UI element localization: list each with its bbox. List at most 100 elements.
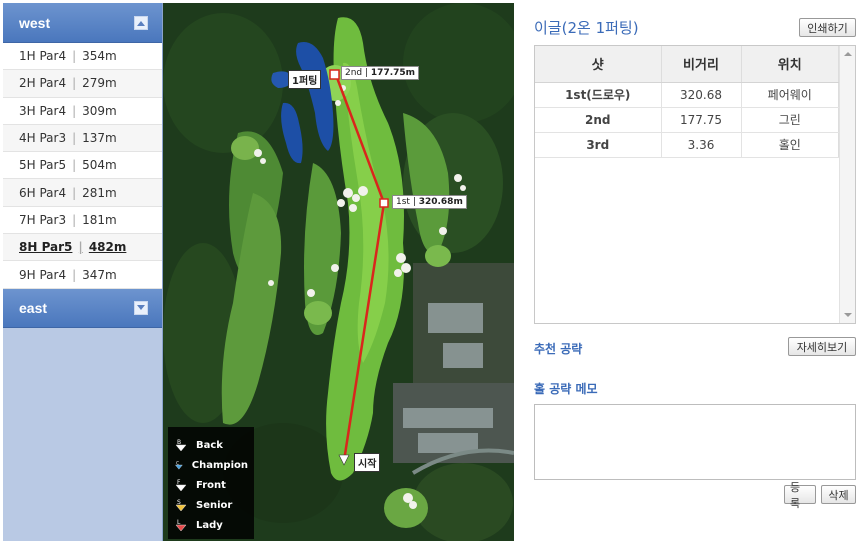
separator: | — [72, 103, 77, 118]
register-button[interactable]: 등록 — [784, 481, 816, 510]
section-title-east: east — [19, 299, 48, 316]
hole-map[interactable]: 1퍼팅 2nd | 177.75m 1st | 320.68m 시작 B Back… — [163, 3, 514, 541]
column-header-distance: 비거리 — [661, 46, 742, 83]
legend-item: F Front — [174, 475, 248, 495]
column-header-position: 위치 — [741, 46, 839, 83]
shot-distance: 320.68 — [661, 82, 742, 108]
scroll-up-icon[interactable] — [844, 52, 852, 56]
strategy-label: 추천 공략 — [534, 342, 583, 356]
separator: | — [72, 49, 77, 64]
second-shot-distance: 177.75m — [370, 68, 416, 78]
putt-marker-label: 1퍼팅 — [288, 70, 322, 89]
table-scrollbar[interactable] — [839, 46, 855, 323]
separator: | — [72, 185, 77, 200]
separator: | — [72, 212, 77, 227]
shot-name: 1st(드로우) — [535, 82, 662, 108]
legend-item: B Back — [174, 435, 248, 455]
separator: | — [72, 158, 77, 173]
collapse-icon[interactable] — [134, 15, 148, 30]
separator: | — [72, 267, 77, 282]
tee-legend: B Back C Champion F Front S Senior L Lady — [168, 427, 254, 539]
course-sidebar: west 1H Par4 | 354m 2H Par4 | 279m 3H Par4 | 309… — [3, 3, 163, 541]
section-header-west[interactable]: west — [3, 3, 162, 43]
delete-button[interactable]: 삭제 — [821, 485, 856, 504]
hole-distance: 309m — [82, 103, 117, 118]
shot-position: 그린 — [741, 107, 839, 133]
shot-table-header: 샷 비거리 위치 — [535, 46, 839, 83]
shot-position: 홀인 — [741, 132, 839, 158]
hole-par: 4H Par3 — [19, 131, 67, 146]
hole-par: 9H Par4 — [19, 267, 67, 282]
hole-distance: 281m — [82, 185, 117, 200]
hole-par: 5H Par5 — [19, 158, 67, 173]
hole-par: 6H Par4 — [19, 185, 67, 200]
hole-list: 1H Par4 | 354m 2H Par4 | 279m 3H Par4 | 309m 4H P… — [3, 43, 162, 289]
tee-marker-icon: L — [175, 519, 187, 532]
section-title-west: west — [19, 14, 51, 31]
legend-item: L Lady — [174, 515, 248, 535]
tee-marker-icon: S — [175, 499, 187, 512]
hole-item[interactable]: 3H Par4 | 309m — [3, 98, 162, 125]
first-shot-num: 1st — [396, 197, 410, 207]
tee-marker-icon: B — [175, 439, 187, 452]
shot-row: 1st(드로우) 320.68 페어웨이 — [535, 82, 839, 108]
hole-distance: 137m — [82, 131, 117, 146]
shot-distance: 177.75 — [661, 107, 742, 133]
hole-par: 8H Par5 — [19, 240, 73, 255]
section-header-east[interactable]: east — [3, 288, 162, 328]
hole-par: 3H Par4 — [19, 103, 67, 118]
tee-marker-icon: C — [175, 460, 183, 470]
separator: | — [78, 240, 83, 255]
first-shot-distance: 320.68m — [418, 197, 463, 207]
legend-item: C Champion — [174, 455, 248, 475]
print-button[interactable]: 인쇄하기 — [799, 18, 856, 37]
hole-result-title: 이글(2온 1퍼팅) — [534, 19, 639, 37]
hole-par: 2H Par4 — [19, 76, 67, 91]
tee-marker-icon: F — [175, 479, 187, 492]
hole-distance: 504m — [82, 158, 117, 173]
legend-label: Lady — [196, 519, 223, 531]
shot-row: 2nd 177.75 그린 — [535, 107, 839, 133]
shot-table-container: 샷 비거리 위치 1st(드로우) 320.68 페어웨이 2nd 177.75 그린 3r… — [534, 45, 856, 324]
hole-par: 7H Par3 — [19, 212, 67, 227]
hole-item[interactable]: 2H Par4 | 279m — [3, 70, 162, 98]
legend-label: Back — [196, 439, 223, 451]
legend-label: Champion — [191, 459, 248, 471]
shot-position: 페어웨이 — [741, 82, 839, 108]
legend-item: S Senior — [174, 495, 248, 515]
separator: | — [72, 76, 77, 91]
expand-icon[interactable] — [134, 300, 148, 315]
column-header-shot: 샷 — [535, 46, 662, 83]
hole-item[interactable]: 8H Par5 | 482m — [3, 234, 162, 262]
svg-text:C: C — [176, 460, 179, 465]
hole-item[interactable]: 4H Par3 | 137m — [3, 124, 162, 153]
shot-name: 2nd — [535, 107, 662, 133]
first-shot-marker: 1st | 320.68m — [392, 195, 467, 209]
shot-name: 3rd — [535, 132, 662, 158]
hole-info-panel: 이글(2온 1퍼팅) 인쇄하기 샷 비거리 위치 1st(드로우) 320.68 페… — [534, 3, 858, 539]
legend-label: Front — [196, 479, 226, 491]
start-marker-label: 시작 — [354, 453, 381, 472]
hole-item[interactable]: 6H Par4 | 281m — [3, 179, 162, 207]
shot-distance: 3.36 — [661, 132, 742, 158]
hole-distance: 354m — [82, 49, 117, 64]
hole-distance: 279m — [82, 76, 117, 91]
legend-label: Senior — [196, 499, 233, 511]
hole-distance: 482m — [88, 240, 127, 255]
hole-par: 1H Par4 — [19, 49, 67, 64]
separator: | — [72, 131, 77, 146]
memo-label: 홀 공략 메모 — [534, 382, 598, 396]
hole-item[interactable]: 9H Par4 | 347m — [3, 261, 162, 289]
hole-item[interactable]: 5H Par5 | 504m — [3, 152, 162, 180]
scroll-down-icon[interactable] — [844, 313, 852, 317]
shot-table: 샷 비거리 위치 1st(드로우) 320.68 페어웨이 2nd 177.75 그린 3r… — [535, 46, 839, 158]
hole-distance: 181m — [82, 212, 117, 227]
hole-item[interactable]: 1H Par4 | 354m — [3, 43, 162, 71]
second-shot-marker: 2nd | 177.75m — [341, 66, 420, 80]
detail-button[interactable]: 자세히보기 — [788, 337, 856, 356]
shot-row: 3rd 3.36 홀인 — [535, 132, 839, 158]
second-shot-num: 2nd — [345, 68, 363, 78]
hole-distance: 347m — [82, 267, 117, 282]
memo-textarea[interactable] — [534, 404, 856, 480]
hole-item[interactable]: 7H Par3 | 181m — [3, 207, 162, 235]
